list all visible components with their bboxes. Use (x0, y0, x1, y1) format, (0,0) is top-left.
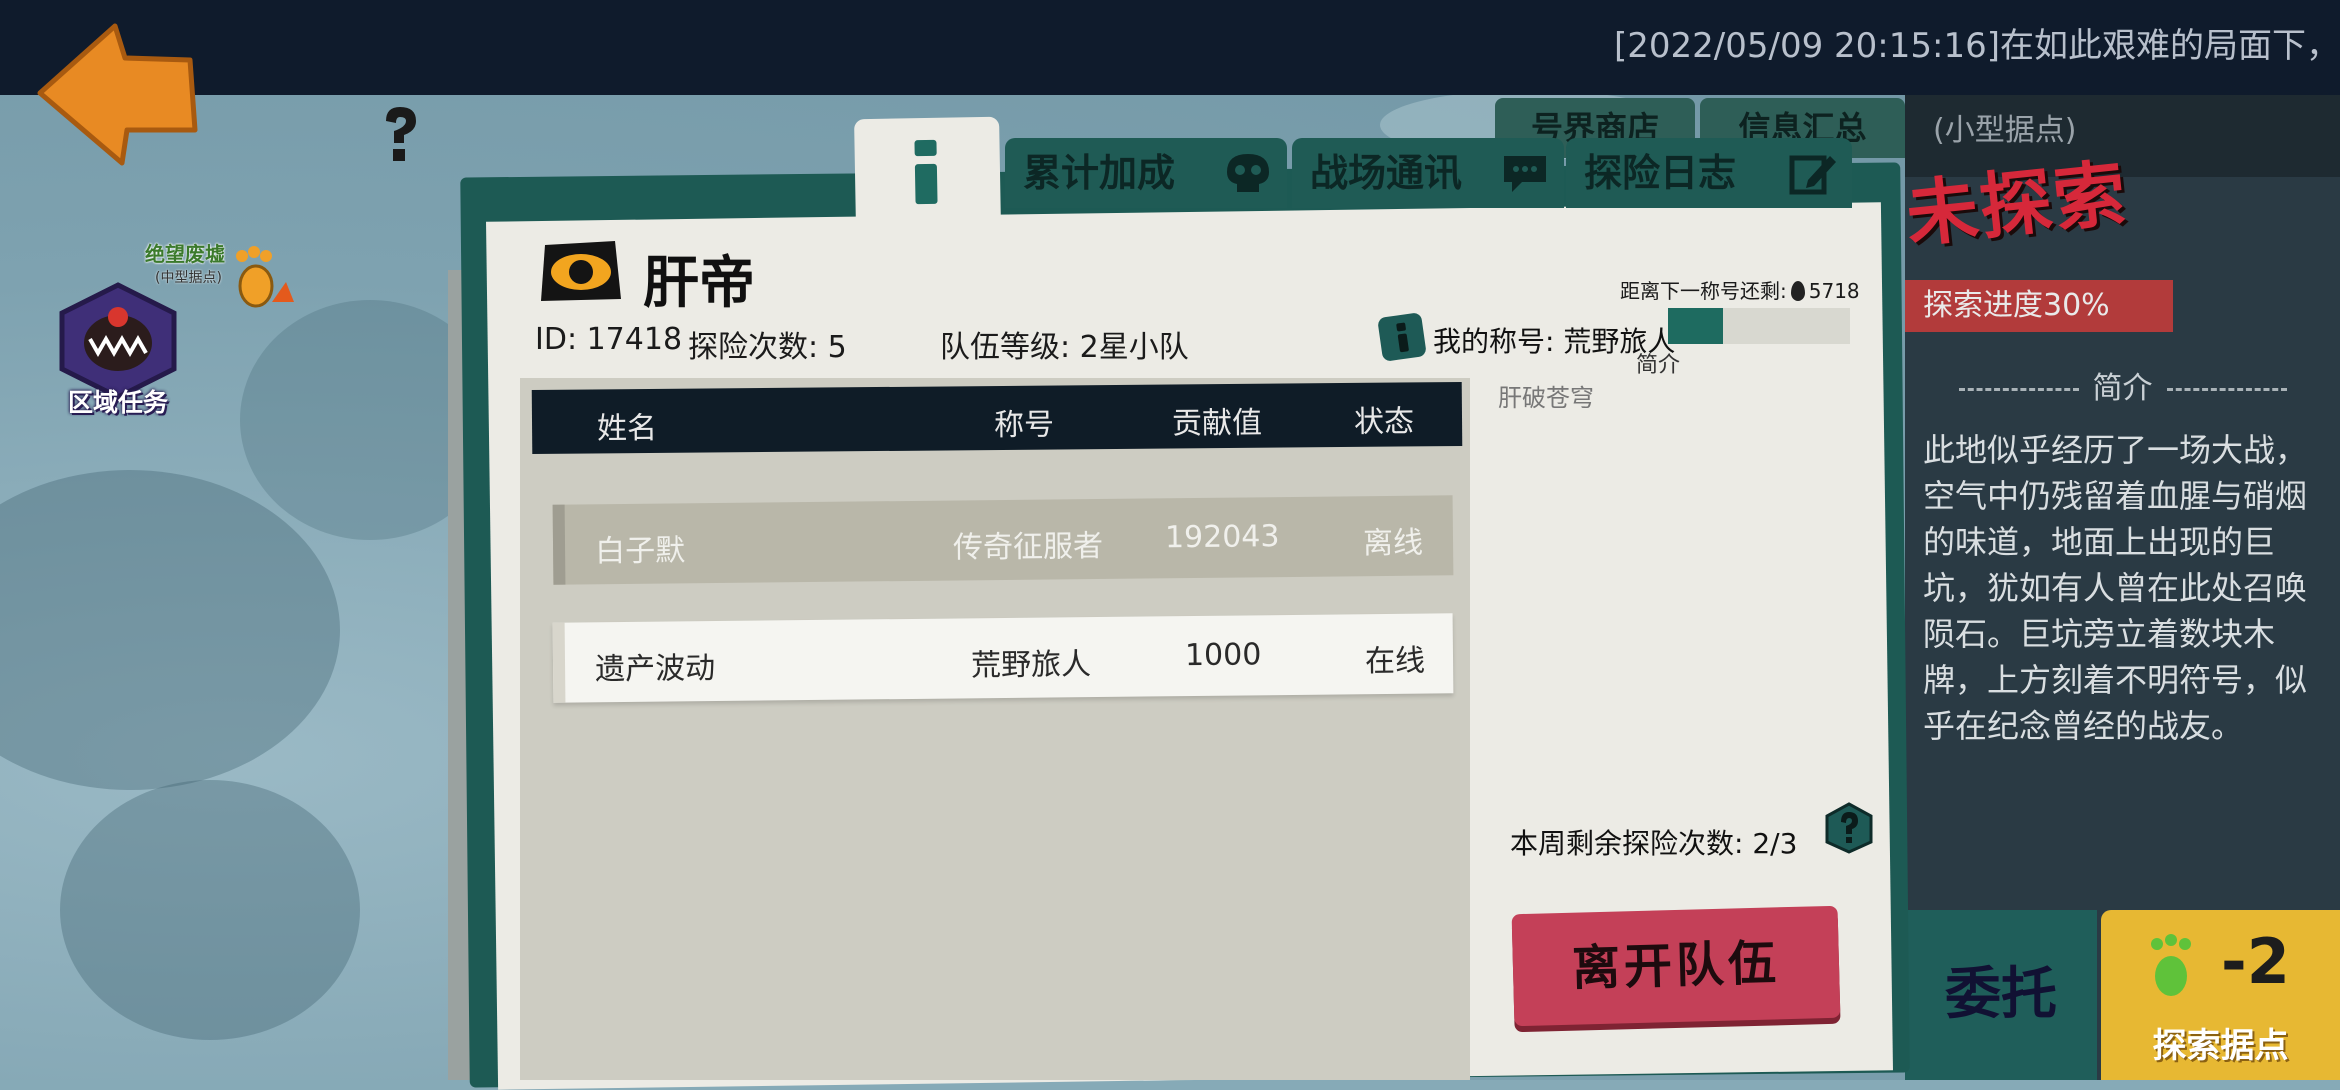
member-contribution: 192043 (1164, 519, 1280, 556)
explore-label: 探索据点 (2152, 1026, 2289, 1066)
row-marker (552, 504, 566, 585)
table-row[interactable]: 白子默 传奇征服者 192043 离线 (552, 495, 1454, 585)
expedition-count: 探险次数: 5 (688, 330, 847, 365)
col-status: 状态 (1353, 404, 1415, 440)
skull-icon (1227, 154, 1269, 192)
weekly-remaining-expeditions: 本周剩余探险次数: 2/3 (1510, 827, 1798, 860)
tab-battle-comms[interactable]: 战场通讯 (1292, 138, 1564, 208)
region-task-button[interactable]: 区域任务 (48, 275, 188, 425)
news-ticker: [2022/05/09 20:15:16]在如此艰难的局面下， (1613, 26, 2340, 66)
region-task-label: 区域任务 (67, 388, 168, 417)
question-icon[interactable] (378, 105, 422, 163)
title-intro-label: 简介 (1636, 353, 1681, 378)
team-level: 队伍等级: 2星小队 (940, 330, 1189, 365)
back-arrow-icon[interactable] (30, 18, 200, 168)
member-status: 离线 (1362, 525, 1424, 562)
member-name: 白子默 (594, 533, 686, 570)
tab-team-info[interactable] (854, 116, 1001, 228)
member-list-area (520, 378, 1470, 1080)
footprint-icon (236, 246, 294, 308)
info-icon-dot (914, 139, 937, 157)
member-title: 荒野旅人 (970, 647, 1092, 684)
member-contribution: 1000 (1184, 637, 1262, 674)
team-name: 肝帝 (643, 251, 755, 316)
title-info-icon[interactable] (1377, 312, 1427, 362)
member-table-header: 姓名 称号 贡献值 状态 (531, 381, 1463, 455)
title-progress-fill (1668, 308, 1723, 344)
tab-comm-label: 战场通讯 (1310, 151, 1463, 195)
question-icon[interactable] (1825, 802, 1873, 854)
tab-bonus-label: 累计加成 (1023, 151, 1176, 195)
row-marker (552, 622, 566, 703)
member-title: 传奇征服者 (952, 528, 1104, 566)
drop-icon (1790, 281, 1805, 301)
tab-expedition-log[interactable]: 探险日志 (1566, 138, 1852, 208)
top-bar: [2022/05/09 20:15:16]在如此艰难的局面下， (0, 0, 2340, 95)
member-status: 在线 (1364, 643, 1426, 680)
tab-cumulative-bonus[interactable]: 累计加成 (1005, 138, 1287, 208)
location-description: 此地似乎经历了一场大战，空气中仍残留着血腥与硝烟的味道，地面上出现的巨坑，犹如有… (1923, 431, 2308, 745)
commission-button[interactable]: 委托 (1905, 910, 2097, 1080)
col-name: 姓名 (596, 410, 658, 447)
green-footprint-icon (2151, 934, 2191, 996)
next-title-label: 距离下一称号还剩: (1620, 279, 1787, 303)
table-row[interactable]: 遗产波动 荒野旅人 1000 在线 (552, 613, 1454, 703)
member-name: 遗产波动 (594, 651, 716, 688)
explore-stronghold-button[interactable]: -2 探索据点 (2101, 910, 2340, 1080)
exploration-progress: 探索进度30% (1905, 280, 2173, 332)
next-title-value: 5718 (1808, 279, 1860, 303)
next-title-remaining: 距离下一称号还剩: 5718 (1620, 275, 1860, 304)
eye-emblem-icon (541, 241, 621, 301)
chat-bubble-icon (1504, 156, 1546, 192)
col-contribution: 贡献值 (1171, 405, 1263, 442)
col-title: 称号 (993, 407, 1055, 444)
title-name-preview: 肝破苍穹 (1498, 384, 1594, 412)
intro-heading: 简介 (1905, 363, 2340, 407)
tab-log-label: 探险日志 (1584, 151, 1737, 195)
title-progress-bar (1668, 308, 1850, 344)
edit-note-icon (1789, 155, 1836, 195)
team-id: ID: 17418 (535, 322, 683, 357)
info-icon-bar (914, 163, 938, 205)
location-info-panel: (小型据点) 未探索 探索进度30% 简介 此地似乎经历了一场大战，空气中仍残留… (1902, 95, 2340, 1080)
explore-cost: -2 (2221, 925, 2290, 998)
leave-team-button[interactable]: 离开队伍 (1511, 905, 1841, 1027)
